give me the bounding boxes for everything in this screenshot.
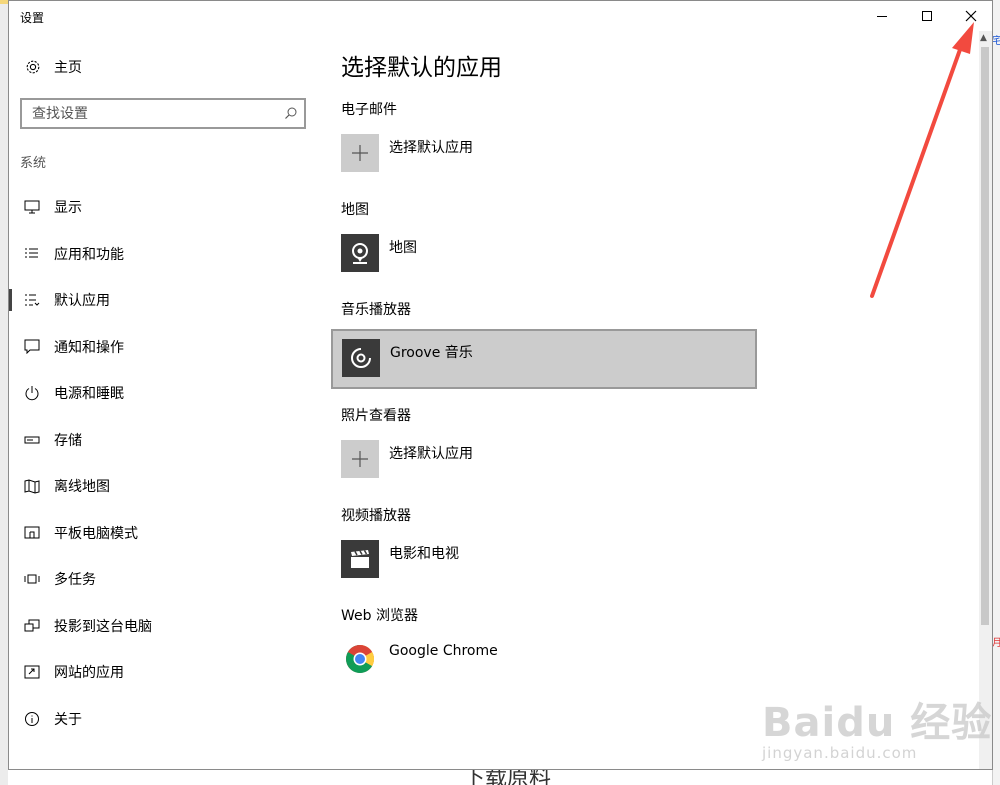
info-icon (24, 711, 40, 727)
sidebar-item-apps-features[interactable]: 应用和功能 (9, 231, 319, 278)
sidebar-item-label: 平板电脑模式 (54, 525, 138, 542)
group-label-photos: 照片查看器 (341, 408, 411, 424)
monitor-icon (24, 199, 40, 215)
main-content: 选择默认的应用 电子邮件 选择默认应用 地图 地图 音乐播放器 Groove 音… (331, 53, 961, 687)
home-nav-item[interactable]: 主页 (24, 57, 82, 77)
sidebar-item-label: 网站的应用 (54, 665, 124, 682)
sidebar-item-label: 存储 (54, 432, 82, 449)
sidebar-item-label: 电源和睡眠 (54, 386, 124, 403)
sidebar-item-notifications[interactable]: 通知和操作 (9, 324, 319, 371)
gear-icon (24, 58, 42, 76)
group-label-browser: Web 浏览器 (341, 608, 418, 624)
group-label-email: 电子邮件 (341, 102, 397, 118)
search-box[interactable] (20, 98, 306, 129)
app-name: 地图 (389, 240, 417, 256)
background-text: 月 (992, 638, 1000, 649)
default-app-music[interactable]: Groove 音乐 (331, 329, 757, 389)
sidebar-item-label: 默认应用 (54, 293, 110, 310)
default-apps-icon (24, 292, 40, 308)
plus-icon (341, 134, 379, 172)
search-icon[interactable] (284, 106, 298, 120)
settings-window: 设置 主页 系统 显示 应用和功能 默认应用 通知和操作 (8, 0, 993, 770)
message-icon (24, 339, 40, 355)
sidebar-item-label: 应用和功能 (54, 246, 124, 263)
background-text: 宅 (992, 36, 1000, 47)
minimize-icon (877, 15, 887, 17)
group-label-maps: 地图 (341, 202, 369, 218)
default-app-browser[interactable]: Google Chrome (341, 640, 961, 687)
app-name: 电影和电视 (389, 546, 459, 562)
power-icon (24, 385, 40, 401)
tablet-icon (24, 525, 40, 541)
close-button[interactable] (948, 1, 992, 31)
sidebar-item-storage[interactable]: 存储 (9, 417, 319, 464)
sidebar-item-label: 多任务 (54, 572, 96, 589)
sidebar-item-tablet-mode[interactable]: 平板电脑模式 (9, 510, 319, 557)
sidebar-item-label: 离线地图 (54, 479, 110, 496)
app-name: Groove 音乐 (390, 345, 473, 361)
sidebar-item-web-apps[interactable]: 网站的应用 (9, 649, 319, 696)
scrollbar[interactable]: ▲ (979, 31, 992, 769)
app-name: 选择默认应用 (389, 140, 473, 156)
map-icon (24, 478, 40, 494)
sidebar-item-project[interactable]: 投影到这台电脑 (9, 603, 319, 650)
plus-icon (341, 440, 379, 478)
sidebar-item-label: 显示 (54, 200, 82, 217)
minimize-button[interactable] (859, 1, 905, 31)
sidebar-item-default-apps[interactable]: 默认应用 (9, 277, 319, 324)
default-app-video[interactable]: 电影和电视 (341, 540, 961, 587)
default-app-email[interactable]: 选择默认应用 (341, 134, 961, 181)
maximize-button[interactable] (904, 1, 950, 31)
group-label-video: 视频播放器 (341, 508, 411, 524)
section-label: 系统 (20, 156, 47, 171)
sidebar-item-power[interactable]: 电源和睡眠 (9, 370, 319, 417)
maps-app-icon (341, 234, 379, 272)
default-app-photos[interactable]: 选择默认应用 (341, 440, 961, 487)
groove-music-icon (342, 339, 380, 377)
default-app-maps[interactable]: 地图 (341, 234, 961, 281)
sidebar-item-multitasking[interactable]: 多任务 (9, 556, 319, 603)
storage-icon (24, 432, 40, 448)
watermark-url: jingyan.baidu.com (762, 744, 918, 762)
sidebar-nav: 显示 应用和功能 默认应用 通知和操作 电源和睡眠 存储 离线地图 平板电脑模式… (9, 184, 319, 742)
movies-tv-icon (341, 540, 379, 578)
sidebar-item-label: 关于 (54, 711, 82, 728)
watermark: Baidu 经验 jingyan.baidu.com (762, 690, 992, 762)
app-name: Google Chrome (389, 643, 498, 659)
close-icon (965, 10, 977, 22)
web-apps-icon (24, 664, 40, 680)
home-label: 主页 (54, 60, 82, 76)
scrollbar-thumb[interactable] (981, 47, 989, 625)
title-bar[interactable]: 设置 (9, 1, 992, 31)
page-title: 选择默认的应用 (341, 55, 502, 81)
project-icon (24, 618, 40, 634)
chrome-icon (341, 640, 379, 678)
maximize-icon (922, 11, 932, 21)
background-page-bottom: 下载原料 (8, 768, 992, 785)
search-input[interactable] (22, 100, 262, 127)
list-icon (24, 246, 40, 262)
sidebar-item-about[interactable]: 关于 (9, 696, 319, 743)
background-page-edge (992, 0, 1000, 785)
sidebar-item-offline-maps[interactable]: 离线地图 (9, 463, 319, 510)
app-name: 选择默认应用 (389, 446, 473, 462)
watermark-logo: Baidu 经验 (762, 700, 993, 746)
group-label-music: 音乐播放器 (341, 302, 411, 318)
sidebar-item-display[interactable]: 显示 (9, 184, 319, 231)
background-heading: 下载原料 (463, 768, 552, 785)
scroll-up-icon[interactable]: ▲ (980, 33, 987, 43)
multitask-icon (24, 571, 40, 587)
window-title: 设置 (20, 11, 45, 25)
sidebar-item-label: 投影到这台电脑 (54, 618, 152, 635)
sidebar-item-label: 通知和操作 (54, 339, 124, 356)
